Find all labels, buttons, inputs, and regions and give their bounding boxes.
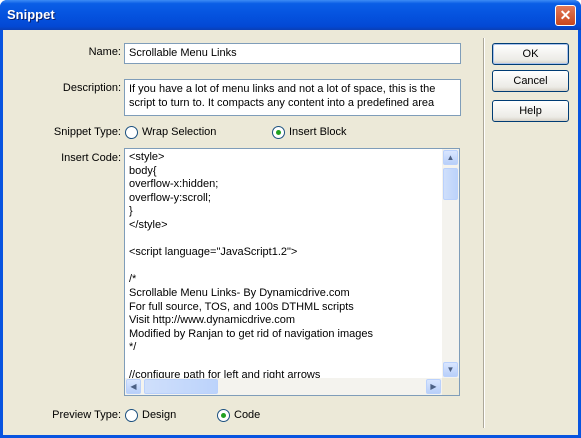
vertical-scrollbar[interactable]: ▲ ▼ — [442, 149, 459, 378]
scroll-down-button[interactable]: ▼ — [443, 362, 458, 377]
scroll-up-button[interactable]: ▲ — [443, 150, 458, 165]
design-label[interactable]: Design — [142, 409, 176, 421]
cancel-button[interactable]: Cancel — [492, 70, 569, 92]
snippet-dialog: Snippet ✕ Name: Scrollable Menu Links De… — [0, 0, 581, 438]
radio-selected-dot — [276, 130, 281, 135]
vertical-separator — [483, 38, 484, 428]
insert-code-content[interactable]: <style> body{ overflow-x:hidden; overflo… — [129, 151, 373, 382]
insert-code-textarea[interactable]: <style> body{ overflow-x:hidden; overflo… — [124, 148, 460, 396]
preview-type-label: Preview Type: — [52, 409, 121, 421]
description-input[interactable]: If you have a lot of menu links and not … — [124, 79, 461, 116]
scroll-right-arrow-icon: ▶ — [430, 382, 437, 391]
code-radio[interactable] — [217, 409, 230, 422]
code-label[interactable]: Code — [234, 409, 260, 421]
scrollbar-corner — [442, 378, 459, 395]
scroll-down-arrow-icon: ▼ — [446, 365, 455, 374]
name-input[interactable]: Scrollable Menu Links — [124, 43, 461, 64]
description-label: Description: — [62, 82, 121, 94]
wrap-selection-label[interactable]: Wrap Selection — [142, 126, 216, 138]
scroll-left-arrow-icon: ◀ — [130, 382, 137, 391]
snippet-type-label: Snippet Type: — [53, 126, 121, 138]
scroll-right-button[interactable]: ▶ — [426, 379, 441, 394]
ok-button[interactable]: OK — [492, 43, 569, 65]
scroll-up-arrow-icon: ▲ — [446, 153, 455, 162]
radio-selected-dot — [221, 413, 226, 418]
help-button[interactable]: Help — [492, 100, 569, 122]
name-label: Name: — [88, 46, 121, 58]
insert-block-radio[interactable] — [272, 126, 285, 139]
scroll-left-button[interactable]: ◀ — [126, 379, 141, 394]
insert-code-label: Insert Code: — [61, 152, 121, 164]
dialog-body: Name: Scrollable Menu Links Description:… — [3, 30, 578, 435]
close-icon: ✕ — [559, 7, 572, 23]
horizontal-scroll-thumb[interactable] — [144, 379, 218, 394]
close-button[interactable]: ✕ — [555, 5, 576, 26]
wrap-selection-radio[interactable] — [125, 126, 138, 139]
vertical-scroll-thumb[interactable] — [443, 168, 458, 200]
horizontal-scrollbar[interactable]: ◀ ▶ — [125, 378, 442, 395]
window-title: Snippet — [7, 7, 55, 22]
design-radio[interactable] — [125, 409, 138, 422]
title-bar[interactable]: Snippet ✕ — [0, 0, 581, 30]
insert-block-label[interactable]: Insert Block — [289, 126, 346, 138]
